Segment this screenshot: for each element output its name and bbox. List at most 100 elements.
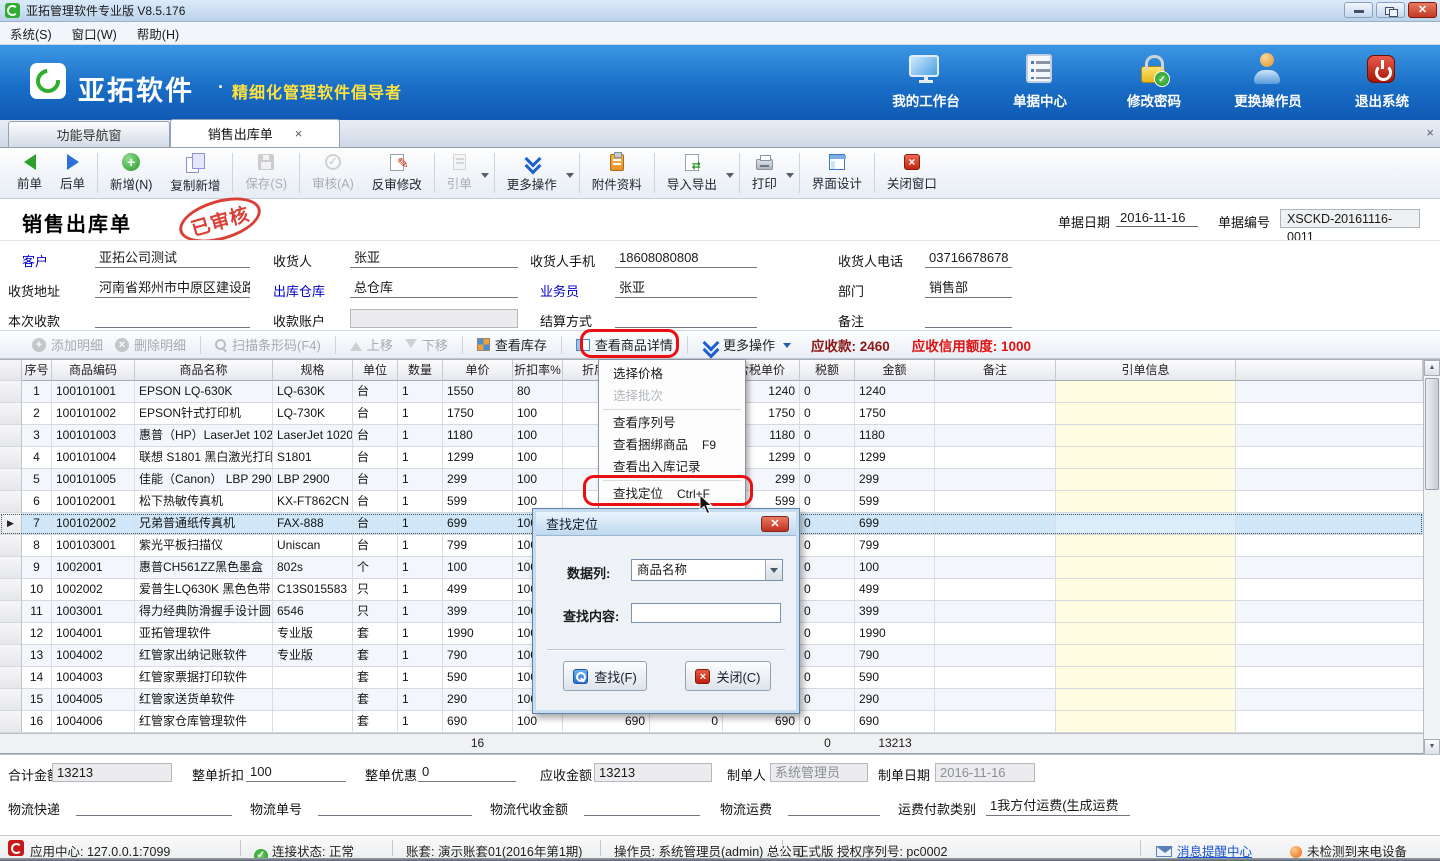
form-field-address[interactable]: 河南省郑州市中原区建设路口	[95, 279, 250, 298]
grid-cell[interactable]	[1056, 403, 1236, 425]
grid-cell[interactable]: 100	[513, 425, 563, 447]
grid-cell[interactable]: 1750	[855, 403, 935, 425]
grid-cell[interactable]: FAX-888	[273, 513, 353, 535]
toolbar-button-prev[interactable]: 前单	[8, 148, 51, 198]
toolbar-button-unaudit[interactable]: 反审修改	[363, 148, 431, 198]
grid-cell[interactable]: 亚拓管理软件	[135, 623, 273, 645]
toolbar-button-ref-doc[interactable]: 引单	[438, 148, 481, 198]
grid-cell[interactable]	[935, 667, 1056, 689]
tabstrip-close-icon[interactable]: ×	[1426, 125, 1434, 140]
grid-cell[interactable]: 0	[800, 601, 855, 623]
toolbar-button-copy-add[interactable]: 复制新增	[161, 148, 229, 198]
grid-cell[interactable]	[935, 579, 1056, 601]
chevron-down-icon[interactable]	[783, 343, 791, 352]
grid-cell[interactable]: 6	[22, 491, 52, 513]
grid-cell[interactable]: 13	[22, 645, 52, 667]
grid-column-header[interactable]: 数量	[398, 360, 443, 381]
grid-cell[interactable]	[935, 535, 1056, 557]
grid-cell[interactable]	[1056, 645, 1236, 667]
footer-field-receivable[interactable]: 13213	[594, 763, 712, 782]
footer-field-total[interactable]: 13213	[52, 763, 172, 782]
grid-cell[interactable]: LQ-630K	[273, 381, 353, 403]
grid-cell[interactable]: 个	[353, 557, 398, 579]
menu-item-0[interactable]: 选择价格	[599, 363, 745, 385]
grid-cell[interactable]: 1240	[855, 381, 935, 403]
grid-cell[interactable]: 1	[398, 403, 443, 425]
grid-cell[interactable]: 100102001	[52, 491, 135, 513]
grid-column-header[interactable]: 引单信息	[1056, 360, 1236, 381]
grid-cell[interactable]: 松下热敏传真机	[135, 491, 273, 513]
menubar-item-2[interactable]: 帮助(H)	[127, 22, 189, 44]
detail-button-move-down[interactable]: 下移	[399, 335, 454, 354]
detail-button-scan-barcode[interactable]: 扫描条形码(F4)	[209, 335, 327, 354]
grid-cell[interactable]: 红管家出纳记账软件	[135, 645, 273, 667]
grid-cell[interactable]: 4	[22, 447, 52, 469]
grid-cell[interactable]: 8	[22, 535, 52, 557]
grid-cell[interactable]: 只	[353, 579, 398, 601]
banner-action-switch-operator[interactable]: 更换操作员	[1224, 53, 1312, 110]
grid-cell[interactable]: 套	[353, 689, 398, 711]
grid-cell[interactable]	[935, 623, 1056, 645]
grid-cell[interactable]: 台	[353, 447, 398, 469]
grid-cell[interactable]: 690	[563, 711, 650, 733]
grid-cell[interactable]: 100102002	[52, 513, 135, 535]
toolbar-button-audit[interactable]: 审核(A)	[303, 148, 363, 198]
grid-cell[interactable]: 599	[443, 491, 513, 513]
grid-cell[interactable]: 1180	[443, 425, 513, 447]
grid-column-header[interactable]: 单价	[443, 360, 513, 381]
restore-button[interactable]	[1376, 2, 1405, 18]
grid-cell[interactable]: 台	[353, 425, 398, 447]
minimize-button[interactable]	[1344, 2, 1373, 18]
grid-cell[interactable]: 爱普生LQ630K 黑色色带	[135, 579, 273, 601]
form-field-salesman[interactable]: 张亚	[615, 279, 757, 298]
grid-cell[interactable]: 100101003	[52, 425, 135, 447]
detail-button-view-product[interactable]: 查看商品详情	[570, 335, 679, 354]
grid-cell[interactable]	[273, 689, 353, 711]
find-button[interactable]: 查找(F)	[563, 661, 647, 691]
grid-cell[interactable]: 1	[398, 645, 443, 667]
grid-cell[interactable]: LaserJet 1020	[273, 425, 353, 447]
grid-cell[interactable]: 1	[398, 711, 443, 733]
grid-cell[interactable]: 1	[398, 535, 443, 557]
grid-cell[interactable]	[1056, 469, 1236, 491]
tab-sales-outbound[interactable]: 销售出库单 ×	[170, 119, 340, 147]
grid-cell[interactable]	[935, 425, 1056, 447]
grid-cell[interactable]: 0	[800, 469, 855, 491]
scrollbar-thumb[interactable]	[1425, 378, 1439, 490]
banner-action-change-password[interactable]: 修改密码	[1110, 53, 1198, 110]
grid-cell[interactable]: 台	[353, 403, 398, 425]
grid-cell[interactable]: 1004003	[52, 667, 135, 689]
chevron-down-icon[interactable]	[765, 560, 782, 580]
grid-column-header[interactable]: 商品名称	[135, 360, 273, 381]
grid-cell[interactable]: 590	[443, 667, 513, 689]
grid-cell[interactable]: 0	[800, 491, 855, 513]
grid-cell[interactable]	[935, 447, 1056, 469]
form-label-customer[interactable]: 客户	[22, 251, 48, 270]
footer-field-cod_amount[interactable]	[584, 797, 700, 816]
grid-cell[interactable]: EPSON LQ-630K	[135, 381, 273, 403]
grid-cell[interactable]: 100	[443, 557, 513, 579]
grid-cell[interactable]	[935, 711, 1056, 733]
detail-button-more-ops-detail[interactable]: 更多操作	[696, 335, 797, 354]
grid-cell[interactable]: 1002002	[52, 579, 135, 601]
grid-cell[interactable]: 100101001	[52, 381, 135, 403]
grid-column-header[interactable]: 商品编码	[52, 360, 135, 381]
grid-cell[interactable]: 100101005	[52, 469, 135, 491]
grid-cell[interactable]: LBP 2900	[273, 469, 353, 491]
grid-cell[interactable]: 690	[443, 711, 513, 733]
chevron-down-icon[interactable]	[786, 148, 796, 198]
grid-column-header[interactable]: 序号	[22, 360, 52, 381]
grid-cell[interactable]: 3	[22, 425, 52, 447]
detail-button-move-up[interactable]: 上移	[344, 335, 399, 354]
grid-cell[interactable]: 0	[800, 667, 855, 689]
grid-cell[interactable]: 690	[723, 711, 800, 733]
grid-cell[interactable]: 12	[22, 623, 52, 645]
grid-cell[interactable]: 14	[22, 667, 52, 689]
grid-cell[interactable]: 1	[398, 689, 443, 711]
grid-cell[interactable]: 599	[855, 491, 935, 513]
vertical-scrollbar[interactable]: ▲ ▼	[1423, 360, 1440, 755]
toolbar-button-save[interactable]: 保存(S)	[236, 148, 296, 198]
grid-cell[interactable]: 联想 S1801 黑白激光打印	[135, 447, 273, 469]
footer-field-reduction[interactable]: 0	[418, 763, 516, 782]
menu-item-1[interactable]: 选择批次	[599, 385, 745, 407]
